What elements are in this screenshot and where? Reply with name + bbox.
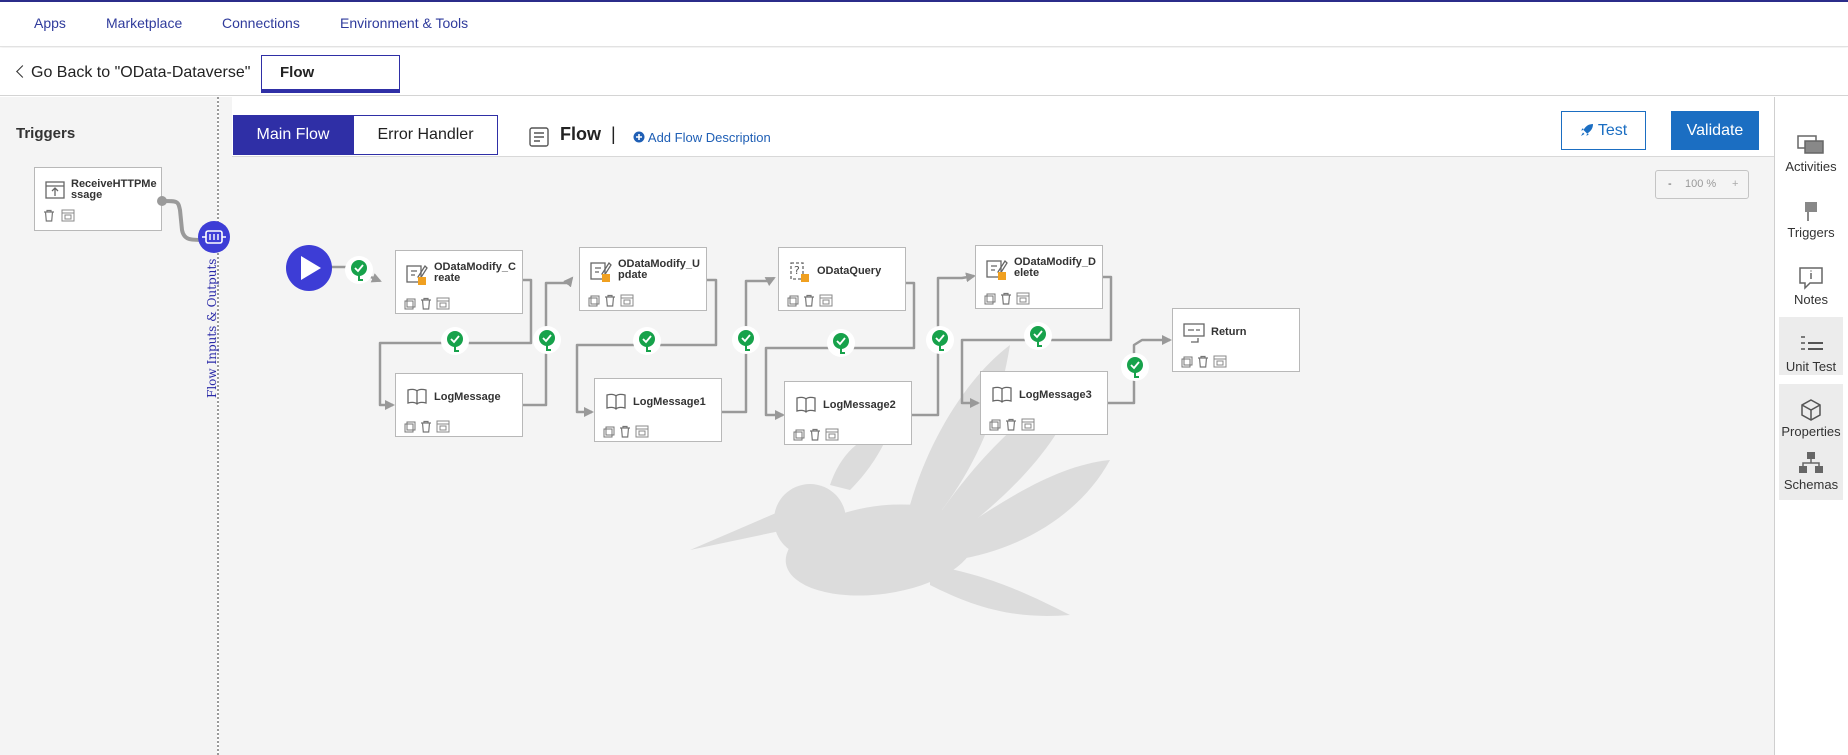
sidebar-item-activities[interactable]: Activities (1779, 133, 1843, 174)
unit-test-icon (1801, 336, 1823, 350)
mapping-icon[interactable] (436, 297, 450, 310)
copy-icon[interactable] (404, 298, 416, 310)
mapping-icon[interactable] (819, 294, 833, 307)
copy-icon[interactable] (588, 295, 600, 307)
odata-modify-icon (406, 264, 428, 285)
mapping-icon[interactable] (620, 294, 634, 307)
activity-label: LogMessage3 (1019, 389, 1092, 401)
mapping-icon[interactable] (1016, 292, 1030, 305)
mapping-icon[interactable] (436, 420, 450, 433)
activities-icon (1797, 135, 1824, 154)
success-branch-icon[interactable] (533, 326, 561, 354)
success-branch-icon[interactable] (441, 327, 469, 355)
sidebar-label: Unit Test (1785, 359, 1837, 374)
activity-label: ODataModify_Update (618, 258, 700, 281)
success-branch-icon[interactable] (926, 326, 954, 354)
schemas-icon (1799, 452, 1823, 473)
delete-icon[interactable] (604, 294, 616, 307)
copy-icon[interactable] (787, 295, 799, 307)
delete-icon[interactable] (619, 425, 631, 438)
notes-icon (1799, 267, 1823, 290)
log-book-icon (992, 386, 1012, 403)
activity-log-message[interactable]: LogMessage (395, 373, 523, 437)
delete-icon[interactable] (1005, 418, 1017, 431)
activity-label: LogMessage (434, 391, 501, 403)
sidebar-item-unit-test[interactable]: Unit Test (1779, 317, 1843, 375)
right-sidebar: Activities Triggers Notes Unit Test Prop… (1774, 97, 1848, 755)
odata-modify-icon (986, 259, 1008, 280)
odata-modify-icon (590, 261, 612, 282)
mapping-icon[interactable] (1213, 355, 1227, 368)
copy-icon[interactable] (404, 421, 416, 433)
copy-icon[interactable] (603, 426, 615, 438)
activity-odata-update[interactable]: ODataModify_Update (579, 247, 707, 311)
delete-icon[interactable] (809, 428, 821, 441)
sidebar-item-notes[interactable]: Notes (1779, 266, 1843, 307)
properties-icon (1801, 399, 1821, 421)
mapping-icon[interactable] (635, 425, 649, 438)
activity-odata-query[interactable]: ? ODataQuery (778, 247, 906, 311)
return-icon (1183, 323, 1205, 343)
delete-icon[interactable] (420, 297, 432, 310)
activity-label: Return (1211, 326, 1247, 338)
log-book-icon (606, 393, 626, 410)
copy-icon[interactable] (989, 419, 1001, 431)
activity-label: LogMessage2 (823, 399, 896, 411)
sidebar-label: Notes (1794, 292, 1828, 307)
delete-icon[interactable] (803, 294, 815, 307)
sidebar-label: Triggers (1787, 225, 1835, 240)
activity-label: ODataModify_Delete (1014, 256, 1096, 279)
mapping-icon[interactable] (825, 428, 839, 441)
sidebar-label: Properties (1781, 424, 1841, 439)
activity-odata-delete[interactable]: ODataModify_Delete (975, 245, 1103, 309)
sidebar-label: Schemas (1783, 477, 1839, 492)
copy-icon[interactable] (984, 293, 996, 305)
mapping-icon[interactable] (1021, 418, 1035, 431)
success-branch-icon[interactable] (1121, 353, 1149, 381)
delete-icon[interactable] (420, 420, 432, 433)
activity-odata-create[interactable]: ODataModify_Create (395, 250, 523, 314)
svg-text:?: ? (794, 264, 800, 277)
activity-label: ODataModify_Create (434, 261, 516, 284)
sidebar-label: Activities (1785, 159, 1837, 174)
delete-icon[interactable] (1197, 355, 1209, 368)
activity-label: ODataQuery (817, 265, 882, 277)
success-branch-markers (345, 256, 1149, 381)
success-branch-icon[interactable] (732, 326, 760, 354)
sidebar-item-triggers[interactable]: Triggers (1779, 199, 1843, 240)
log-book-icon (796, 396, 816, 413)
odata-query-icon: ? (790, 262, 809, 282)
sidebar-item-properties[interactable]: Properties Schemas (1779, 384, 1843, 500)
copy-icon[interactable] (1181, 356, 1193, 368)
success-branch-icon[interactable] (345, 256, 373, 284)
success-branch-icon[interactable] (1024, 322, 1052, 350)
success-branch-icon[interactable] (633, 327, 661, 355)
sidebar-item-schemas[interactable]: Schemas (1779, 451, 1843, 492)
copy-icon[interactable] (793, 429, 805, 441)
activity-log-message-3[interactable]: LogMessage3 (980, 371, 1108, 435)
success-branch-icon[interactable] (827, 329, 855, 357)
activity-return[interactable]: Return (1172, 308, 1300, 372)
log-book-icon (407, 388, 427, 405)
triggers-icon (1805, 202, 1817, 221)
activity-label: LogMessage1 (633, 396, 706, 408)
activity-log-message-1[interactable]: LogMessage1 (594, 378, 722, 442)
activity-log-message-2[interactable]: LogMessage2 (784, 381, 912, 445)
delete-icon[interactable] (1000, 292, 1012, 305)
